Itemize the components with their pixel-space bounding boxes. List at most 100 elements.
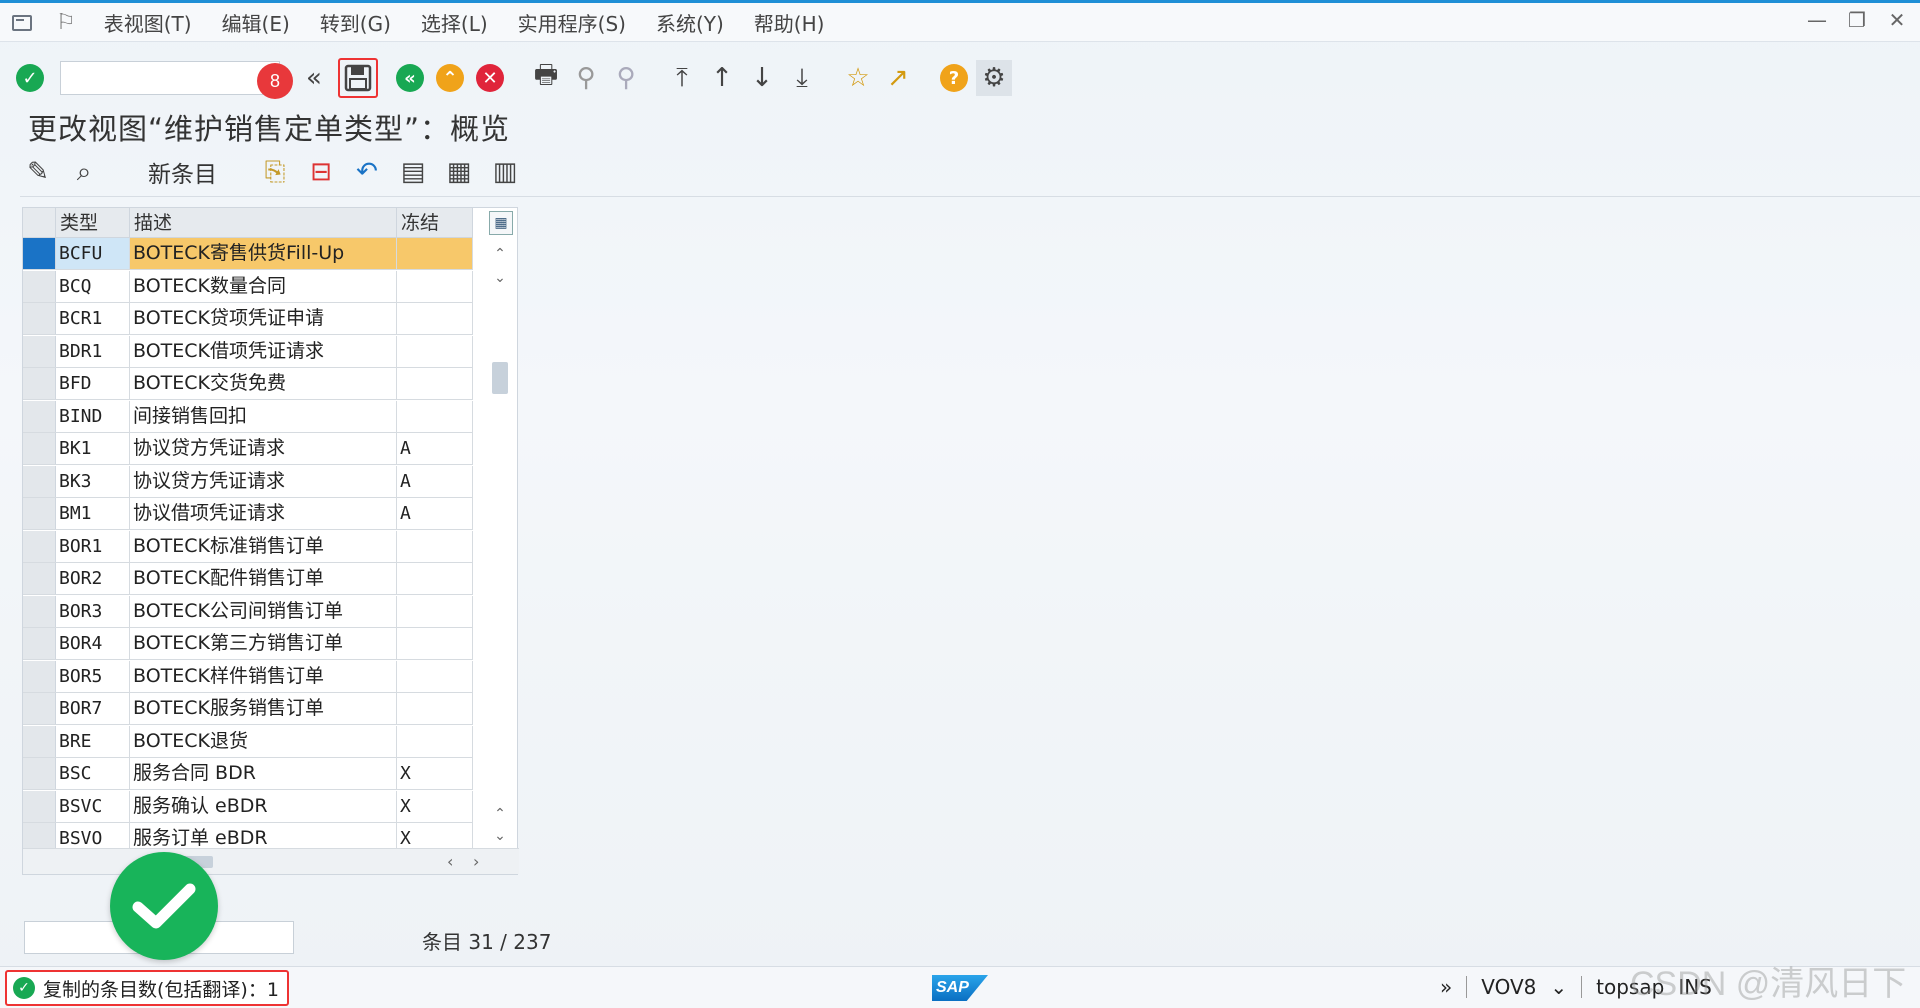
table-row[interactable]: BDR1 BOTECK借项凭证请求 [23,335,473,368]
cell-frozen[interactable] [397,530,473,562]
cell-description[interactable]: BOTECK交货免费 [130,368,397,399]
table-row[interactable]: BCR1 BOTECK贷项凭证申请 [23,303,473,335]
cell-frozen[interactable] [397,628,473,659]
cell-frozen[interactable] [397,725,473,757]
cell-description[interactable]: 协议贷方凭证请求 [130,465,397,497]
print-button[interactable]: 🖶 [528,60,564,96]
cell-type[interactable]: BSC [56,758,130,789]
column-header-type[interactable]: 类型 [56,208,130,238]
table-settings-icon[interactable]: ▦ [489,211,513,235]
cell-type[interactable]: BFD [56,368,130,399]
scroll-left-icon[interactable]: ‹ [447,852,453,871]
copy-as-button[interactable]: ⎘ [257,154,293,190]
row-select-cell[interactable] [23,563,56,594]
cell-type[interactable]: BK3 [56,465,130,497]
favorites-icon[interactable]: ⚐ [56,10,76,35]
cell-description[interactable]: BOTECK服务销售订单 [130,693,397,724]
scroll-right-icon[interactable]: › [473,852,479,871]
menu-table-view[interactable]: 表视图(T) [104,8,192,37]
cell-frozen[interactable] [397,335,473,367]
other-view-button[interactable]: ⌕ [66,154,102,190]
row-select-cell[interactable] [23,303,56,334]
row-select-cell[interactable] [23,498,56,529]
command-field[interactable]: 8 [60,61,293,99]
cell-frozen[interactable] [397,400,473,432]
cell-description[interactable]: 协议借项凭证请求 [130,498,397,529]
row-select-cell[interactable] [23,433,56,464]
menu-system[interactable]: 系统(Y) [656,8,724,37]
expand-status-icon[interactable]: » [1440,975,1452,999]
cell-description[interactable]: BOTECK寄售供货Fill-Up [130,238,397,269]
cell-description[interactable]: 服务合同 BDR [130,758,397,789]
app-menu-icon[interactable] [10,13,32,31]
cell-frozen[interactable]: X [397,790,473,822]
vertical-scrollbar[interactable]: ⌃ ⌄ ⌃ ⌄ [489,244,511,844]
minimize-icon[interactable]: — [1806,9,1828,31]
cell-type[interactable]: BCQ [56,270,130,302]
cell-description[interactable]: BOTECK公司间销售订单 [130,595,397,627]
cell-type[interactable]: BOR4 [56,628,130,659]
cell-type[interactable]: BDR1 [56,335,130,367]
cell-frozen[interactable] [397,693,473,724]
find-button[interactable]: ⚲ [568,60,604,96]
table-row[interactable]: BCFU BOTECK寄售供货Fill-Up [23,238,473,270]
table-row[interactable]: BK1 协议贷方凭证请求 A [23,433,473,465]
menu-goto[interactable]: 转到(G) [320,8,391,37]
close-window-icon[interactable]: ✕ [1886,9,1908,31]
transaction-code[interactable]: VOV8 [1481,975,1536,999]
row-select-cell[interactable] [23,335,56,367]
cell-type[interactable]: BOR1 [56,530,130,562]
cell-frozen[interactable] [397,303,473,334]
table-row[interactable]: BM1 协议借项凭证请求 A [23,498,473,530]
cell-frozen[interactable] [397,270,473,302]
cell-frozen[interactable] [397,660,473,692]
table-row[interactable]: BSVC 服务确认 eBDR X [23,790,473,823]
create-session-button[interactable]: ☆ [840,60,876,96]
row-select-cell[interactable] [23,660,56,692]
new-entries-button[interactable]: 新条目 [148,155,217,189]
cell-frozen[interactable]: A [397,498,473,529]
row-select-cell[interactable] [23,465,56,497]
row-select-cell[interactable] [23,628,56,659]
next-page-button[interactable]: ↓ [744,60,780,96]
cell-frozen[interactable]: A [397,465,473,497]
find-next-button[interactable]: ⚲ [608,60,644,96]
delete-button[interactable]: ⊟ [303,154,339,190]
cell-frozen[interactable] [397,368,473,399]
table-row[interactable]: BIND 间接销售回扣 [23,400,473,433]
table-row[interactable]: BK3 协议贷方凭证请求 A [23,465,473,498]
cell-type[interactable]: BCFU [56,238,130,269]
row-select-cell[interactable] [23,790,56,822]
first-page-button[interactable]: ⤒ [664,60,700,96]
last-page-button[interactable]: ⤓ [784,60,820,96]
table-row[interactable]: BRE BOTECK退货 [23,725,473,758]
cell-type[interactable]: BCR1 [56,303,130,334]
cell-description[interactable]: BOTECK样件销售订单 [130,660,397,692]
cell-frozen[interactable] [397,595,473,627]
cell-type[interactable]: BOR3 [56,595,130,627]
cell-description[interactable]: BOTECK退货 [130,725,397,757]
row-select-cell[interactable] [23,758,56,789]
shortcut-button[interactable]: ↗ [880,60,916,96]
cell-type[interactable]: BM1 [56,498,130,529]
save-button[interactable] [338,58,378,98]
cell-description[interactable]: 服务确认 eBDR [130,790,397,822]
row-select-cell[interactable] [23,238,56,269]
row-select-cell[interactable] [23,693,56,724]
table-row[interactable]: BOR7 BOTECK服务销售订单 [23,693,473,725]
undo-change-button[interactable]: ↶ [349,154,385,190]
cell-type[interactable]: BK1 [56,433,130,464]
cell-frozen[interactable] [397,238,473,269]
menu-edit[interactable]: 编辑(E) [222,8,290,37]
cell-description[interactable]: BOTECK贷项凭证申请 [130,303,397,334]
table-row[interactable]: BCQ BOTECK数量合同 [23,270,473,303]
column-header-frozen[interactable]: 冻结 [397,208,473,238]
page-up-icon[interactable]: ⌃ [491,804,509,824]
menu-selection[interactable]: 选择(L) [421,8,488,37]
cell-frozen[interactable] [397,563,473,594]
page-down-icon[interactable]: ⌄ [491,826,509,846]
display-change-button[interactable]: ✎ [20,154,56,190]
cell-frozen[interactable]: A [397,433,473,464]
status-message[interactable]: ✓ 复制的条目数(包括翻译)：1 [5,970,289,1006]
cell-description[interactable]: BOTECK标准销售订单 [130,530,397,562]
